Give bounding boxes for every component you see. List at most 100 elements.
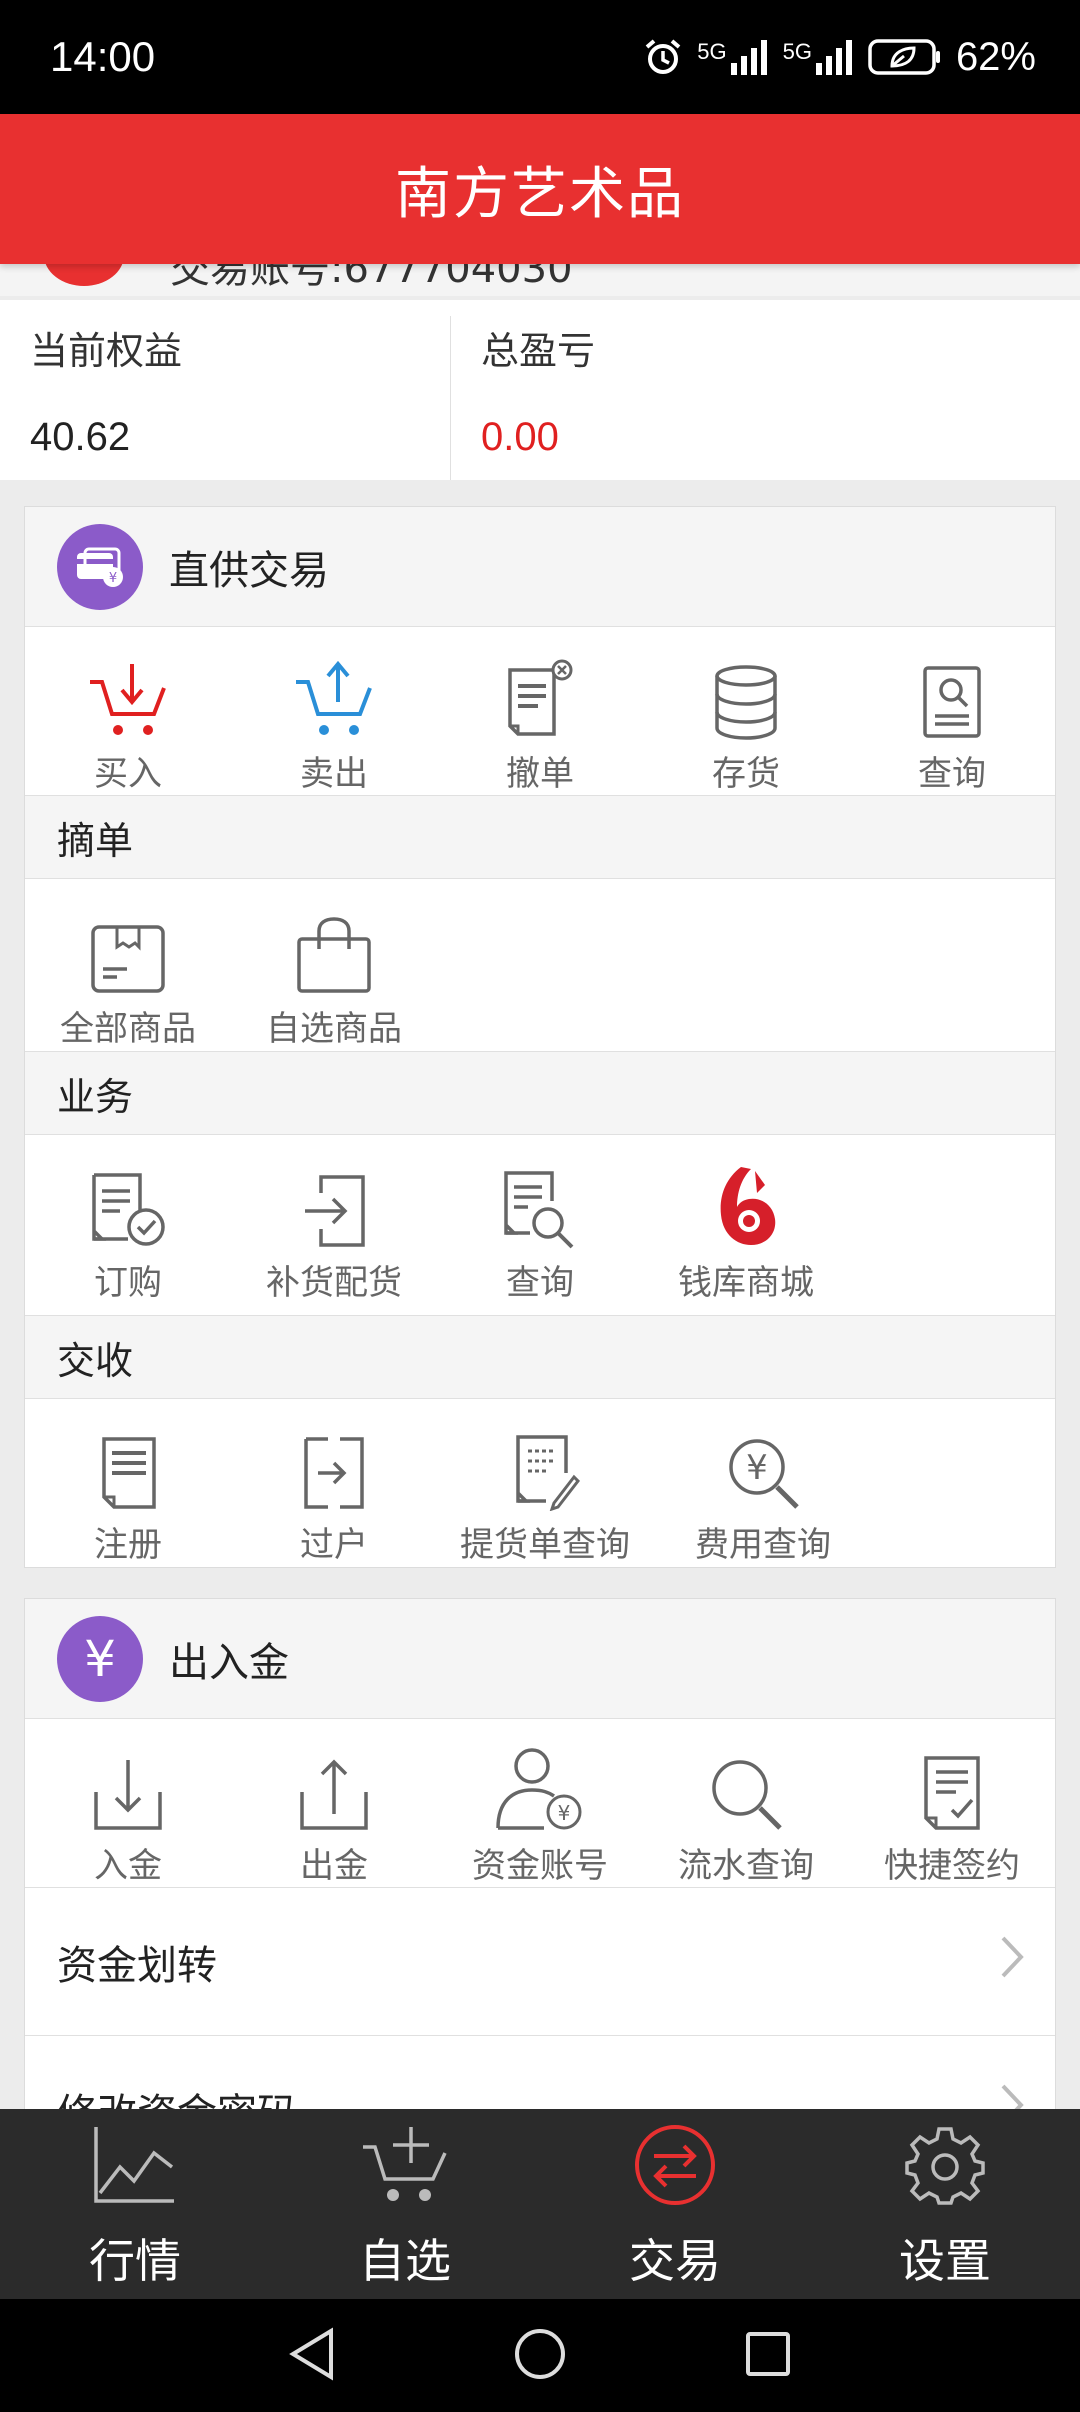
funds-panel: ¥ 出入金 入金 出金 ¥ 资金账号 流水查询 快捷签约 资金划转 <box>24 1598 1056 2109</box>
cancel-order-button[interactable]: 撤单 <box>437 645 643 795</box>
back-icon <box>287 2326 337 2385</box>
swap-icon <box>632 2117 718 2213</box>
recents-button[interactable] <box>654 2330 882 2382</box>
bag-icon <box>295 899 373 995</box>
battery-percent: 62% <box>955 34 1036 79</box>
doc-search-icon <box>921 645 983 740</box>
direct-trade-grid: 买入 卖出 撤单 存货 查询 <box>25 627 1055 795</box>
title-bar: 南方艺术品 <box>0 114 1080 264</box>
system-nav-bar <box>0 2299 1080 2412</box>
nav-trade[interactable]: 交易 <box>540 2109 810 2299</box>
svg-text:¥: ¥ <box>746 1448 768 1488</box>
transaction-query-button[interactable]: 流水查询 <box>643 1737 849 1887</box>
current-equity-value: 40.62 <box>30 415 131 459</box>
pick-order-title: 摘单 <box>57 818 134 863</box>
pick-order-grid: 全部商品 自选商品 <box>25 879 1055 1051</box>
sign-icon <box>920 1737 984 1832</box>
favorite-products-button[interactable]: 自选商品 <box>231 899 437 1051</box>
fund-transfer-row[interactable]: 资金划转 <box>25 1887 1055 2035</box>
direct-trade-panel: ¥ 直供交易 买入 卖出 撤单 存货 查询 摘单 全部商品 自选商品 业务 订购… <box>24 506 1056 1568</box>
cart-up-icon <box>292 645 376 740</box>
business-grid: 订购 补货配货 查询 钱库商城 <box>25 1135 1055 1315</box>
nav-market[interactable]: 行情 <box>0 2109 270 2299</box>
current-equity: 当前权益 40.62 <box>0 300 450 480</box>
cart-add-icon <box>359 2117 451 2213</box>
account-user-icon: ¥ <box>492 1737 588 1832</box>
page-title: 南方艺术品 <box>395 161 685 227</box>
scroll-content[interactable]: 交易账号:677704030 当前权益 40.62 总盈亏 0.00 ¥ 直供交… <box>0 264 1080 2109</box>
funds-title: 出入金 <box>169 1639 289 1686</box>
funds-header: ¥ 出入金 <box>25 1599 1055 1719</box>
delivery-grid: 注册 过户 提货单查询 ¥ 费用查询 <box>25 1399 1055 1567</box>
direct-trade-title: 直供交易 <box>169 547 329 594</box>
change-fund-password-label: 修改资金密码 <box>57 2081 297 2110</box>
qianku-mall-button[interactable]: 钱库商城 <box>643 1153 849 1315</box>
fund-transfer-label: 资金划转 <box>57 1942 217 1989</box>
all-products-button[interactable]: 全部商品 <box>25 899 231 1051</box>
chevron-right-icon <box>999 1930 1025 1993</box>
quick-sign-button[interactable]: 快捷签约 <box>849 1737 1055 1887</box>
fee-query-button[interactable]: ¥ 费用查询 <box>653 1415 873 1567</box>
bottom-nav: 行情 自选 交易 设置 <box>0 2109 1080 2299</box>
signal-5g-icon: 5G <box>697 39 768 75</box>
search-icon <box>708 1737 784 1832</box>
direct-trade-header: ¥ 直供交易 <box>25 507 1055 627</box>
order-check-icon <box>88 1153 168 1249</box>
register-icon <box>98 1415 158 1511</box>
fund-account-button[interactable]: ¥ 资金账号 <box>437 1737 643 1887</box>
home-icon <box>513 2327 567 2385</box>
withdraw-button[interactable]: 出金 <box>231 1737 437 1887</box>
delivery-header: 交收 <box>25 1315 1055 1399</box>
qianku-logo-icon <box>711 1153 781 1249</box>
gear-icon <box>905 2117 985 2213</box>
total-pnl-label: 总盈亏 <box>481 329 596 373</box>
pickup-query-icon <box>510 1415 580 1511</box>
nav-watchlist[interactable]: 自选 <box>270 2109 540 2299</box>
delivery-title: 交收 <box>57 1338 134 1383</box>
battery-icon <box>868 38 942 76</box>
signal-5g-icon: 5G <box>783 39 854 75</box>
change-fund-password-row[interactable]: 修改资金密码 <box>25 2035 1055 2109</box>
status-bar: 14:00 5G 5G 62% <box>0 0 1080 114</box>
current-equity-label: 当前权益 <box>30 329 183 373</box>
buy-button[interactable]: 买入 <box>25 645 231 795</box>
restock-button[interactable]: 补货配货 <box>231 1153 437 1315</box>
pick-order-header: 摘单 <box>25 795 1055 879</box>
inventory-button[interactable]: 存货 <box>643 645 849 795</box>
subscribe-button[interactable]: 订购 <box>25 1153 231 1315</box>
svg-text:¥: ¥ <box>558 1801 571 1825</box>
app-root: 14:00 5G 5G 62% 南方艺术品 交易账号:677704030 当前权… <box>0 0 1080 2412</box>
status-time: 14:00 <box>50 33 156 80</box>
withdraw-icon <box>298 1737 370 1832</box>
status-icons: 5G 5G 62% <box>643 35 1036 80</box>
account-strip: 交易账号:677704030 <box>0 264 1080 296</box>
sell-button[interactable]: 卖出 <box>231 645 437 795</box>
account-avatar <box>44 264 124 286</box>
register-button[interactable]: 注册 <box>25 1415 231 1567</box>
transfer-button[interactable]: 过户 <box>231 1415 437 1567</box>
chart-line-icon <box>92 2117 178 2213</box>
recents-icon <box>744 2330 792 2382</box>
account-number: 交易账号:677704030 <box>170 264 573 292</box>
transfer-icon <box>302 1415 366 1511</box>
database-icon <box>713 645 779 740</box>
deposit-icon <box>92 1737 164 1832</box>
nav-settings[interactable]: 设置 <box>810 2109 1080 2299</box>
business-header: 业务 <box>25 1051 1055 1135</box>
query-button[interactable]: 查询 <box>849 645 1055 795</box>
alarm-icon <box>643 37 683 77</box>
business-query-button[interactable]: 查询 <box>437 1153 643 1315</box>
list-search-icon <box>500 1153 580 1249</box>
cancel-order-icon <box>504 645 576 740</box>
deposit-button[interactable]: 入金 <box>25 1737 231 1887</box>
funds-grid: 入金 出金 ¥ 资金账号 流水查询 快捷签约 <box>25 1719 1055 1887</box>
business-title: 业务 <box>57 1074 134 1119</box>
home-button[interactable] <box>426 2327 654 2385</box>
pickup-query-button[interactable]: 提货单查询 <box>437 1415 653 1567</box>
chevron-right-icon <box>999 2078 1025 2109</box>
back-button[interactable] <box>198 2326 426 2385</box>
card-yen-icon: ¥ <box>57 523 143 610</box>
total-pnl-value: 0.00 <box>481 415 559 459</box>
equity-summary: 当前权益 40.62 总盈亏 0.00 <box>0 300 1080 480</box>
fee-search-icon: ¥ <box>725 1415 801 1511</box>
